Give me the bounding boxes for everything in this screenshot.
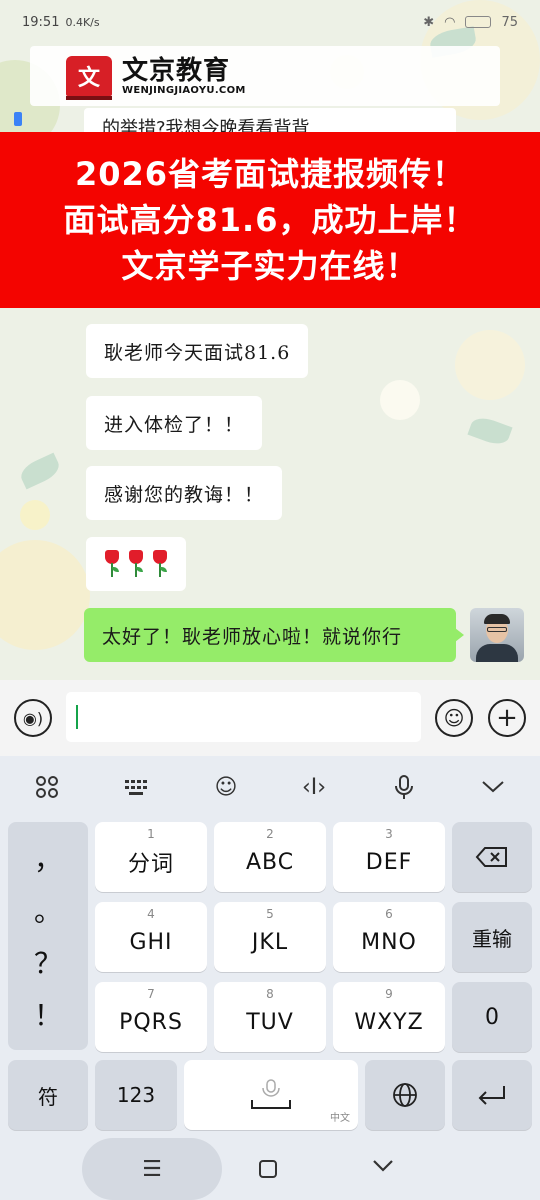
banner-line-3: 文京学子实力在线！	[121, 247, 419, 285]
punct-comma[interactable]: ，	[34, 838, 62, 878]
ime-keyboard: ☺ ‹I› ， 。 ？ ！ 1 分词 2 ABC 3 DEF 4 GHI 5 J…	[0, 756, 540, 1200]
text-caret	[76, 705, 78, 729]
voice-input-button[interactable]: ◉)	[14, 699, 52, 737]
smiley-icon: ☺	[443, 706, 465, 730]
emoji-panel-icon[interactable]: ☺	[206, 770, 246, 804]
promo-banner: 2026省考面试捷报频传！ 面试高分81.6，成功上岸！ 文京学子实力在线！	[0, 132, 540, 308]
nav-menu-button[interactable]: ☰	[82, 1138, 222, 1200]
backspace-icon	[475, 847, 507, 867]
bluetooth-icon: ✱	[423, 14, 435, 30]
language-key[interactable]	[365, 1060, 445, 1130]
reinput-key[interactable]: 重输	[452, 902, 532, 972]
chevron-down-icon	[373, 1160, 393, 1172]
key-9[interactable]: 9 WXYZ	[333, 982, 445, 1052]
space-language-label: 中文	[330, 1113, 350, 1124]
key-2[interactable]: 2 ABC	[214, 822, 326, 892]
microphone-icon[interactable]	[384, 770, 424, 804]
punct-period[interactable]: 。	[34, 890, 62, 930]
apps-grid-icon[interactable]	[27, 770, 67, 804]
status-speed: 0.4K/s	[65, 15, 100, 29]
key-4[interactable]: 4 GHI	[95, 902, 207, 972]
globe-icon	[393, 1083, 417, 1107]
nav-back-button[interactable]	[372, 1154, 394, 1179]
numeric-key[interactable]: 123	[95, 1060, 177, 1130]
banner-line-1: 2026省考面试捷报频传！	[74, 155, 466, 193]
more-button[interactable]: +	[488, 699, 526, 737]
key-3[interactable]: 3 DEF	[333, 822, 445, 892]
punctuation-column[interactable]: ， 。 ？ ！	[8, 822, 88, 1050]
enter-icon	[478, 1086, 505, 1105]
emoji-button[interactable]: ☺	[435, 699, 473, 737]
keyboard-layout-icon[interactable]	[117, 770, 157, 804]
my-message-bubble[interactable]: 太好了！耿老师放心啦！就说你行	[84, 608, 464, 662]
keyboard-toolbar: ☺ ‹I›	[0, 756, 540, 816]
voice-icon: ◉)	[22, 708, 44, 728]
enter-key[interactable]	[452, 1060, 532, 1130]
punct-exclaim[interactable]: ！	[34, 994, 62, 1034]
message-bubble-flowers[interactable]	[86, 537, 186, 591]
avatar[interactable]	[470, 608, 524, 662]
space-mic-icon	[251, 1079, 291, 1109]
key-1[interactable]: 1 分词	[95, 822, 207, 892]
key-5[interactable]: 5 JKL	[214, 902, 326, 972]
message-bubble[interactable]: 耿老师今天面试81.6	[86, 324, 309, 378]
chat-input-bar: ◉) ☺ +	[0, 680, 540, 756]
logo-url: WENJINGJIAOYU.COM	[122, 84, 246, 96]
message-bubble[interactable]: 进入体检了！！	[86, 396, 263, 450]
system-nav-bar: ☰	[0, 1136, 540, 1200]
punct-question[interactable]: ？	[34, 942, 62, 982]
battery-level: 75	[501, 14, 518, 30]
tulip-icon	[128, 550, 144, 578]
status-bar: 19:51 0.4K/s ✱ ◠ 75	[0, 0, 540, 44]
key-7[interactable]: 7 PQRS	[95, 982, 207, 1052]
cursor-move-icon[interactable]: ‹I›	[294, 770, 334, 804]
plus-icon: +	[496, 703, 518, 733]
tulip-icon	[152, 550, 168, 578]
backspace-key[interactable]	[452, 822, 532, 892]
logo-name: 文京教育	[122, 55, 231, 86]
previous-message[interactable]: 的举措?我想今晚看看背背	[84, 108, 456, 134]
tulip-icon	[104, 550, 120, 578]
space-key[interactable]: 中文	[184, 1060, 358, 1130]
brand-logo: 文 文京教育 WENJINGJIAOYU.COM	[30, 46, 500, 106]
unread-marker	[14, 112, 22, 126]
symbols-key[interactable]: 符	[8, 1060, 88, 1130]
message-bubble[interactable]: 感谢您的教诲！！	[86, 466, 283, 520]
banner-line-2: 面试高分81.6，成功上岸！	[63, 201, 477, 239]
battery-icon	[465, 16, 492, 28]
nav-home-button[interactable]	[259, 1160, 277, 1178]
key-6[interactable]: 6 MNO	[333, 902, 445, 972]
menu-icon: ☰	[142, 1156, 162, 1182]
collapse-keyboard-icon[interactable]	[473, 770, 513, 804]
logo-mark: 文	[66, 56, 112, 100]
status-time: 19:51	[22, 14, 60, 30]
key-0[interactable]: 0	[452, 982, 532, 1052]
key-8[interactable]: 8 TUV	[214, 982, 326, 1052]
wifi-icon: ◠	[444, 14, 456, 30]
message-input[interactable]	[66, 692, 421, 742]
